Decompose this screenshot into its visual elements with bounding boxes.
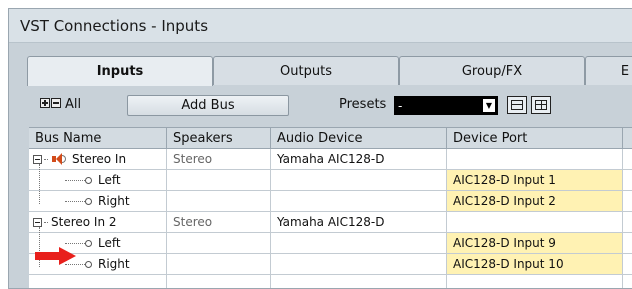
add-bus-button[interactable]: Add Bus <box>127 95 289 116</box>
extra-cell <box>623 191 632 211</box>
empty-cell <box>167 275 271 288</box>
red-arrow-icon <box>35 247 79 265</box>
audio-device-cell <box>271 233 447 253</box>
extra-cell <box>623 149 632 169</box>
audio-device-cell[interactable]: Yamaha AIC128-D <box>271 149 447 169</box>
channel-connector-icon <box>85 239 92 247</box>
table-row[interactable]: Left AIC128-D Input 9 <box>29 233 632 254</box>
table-header: Bus Name Speakers Audio Device Device Po… <box>29 128 632 149</box>
extra-cell <box>623 212 632 232</box>
load-preset-button[interactable] <box>507 96 527 114</box>
dropdown-arrow-icon[interactable]: ▼ <box>482 98 496 113</box>
device-port-cell[interactable]: AIC128-D Input 2 <box>447 191 623 211</box>
tree-connector <box>65 179 85 181</box>
device-port-cell[interactable]: AIC128-D Input 9 <box>447 233 623 253</box>
tree-connector <box>44 221 48 223</box>
toolbar: All Add Bus Presets - ▼ <box>9 93 632 117</box>
device-port-cell[interactable] <box>447 149 623 169</box>
speakers-cell <box>167 191 271 211</box>
speakers-cell <box>167 254 271 274</box>
window-title: VST Connections - Inputs <box>9 9 632 43</box>
expand-collapse-group <box>40 98 61 108</box>
table-row[interactable]: Stereo In 2 Stereo Yamaha AIC128-D <box>29 212 632 233</box>
tab-bar: Inputs Outputs Group/FX E <box>27 56 632 86</box>
audio-device-cell[interactable]: Yamaha AIC128-D <box>271 212 447 232</box>
column-header-audio-device[interactable]: Audio Device <box>271 128 447 148</box>
collapse-bus-icon[interactable] <box>33 154 42 164</box>
empty-cell <box>447 275 623 288</box>
table-row[interactable]: Left AIC128-D Input 1 <box>29 170 632 191</box>
speakers-cell[interactable]: Stereo <box>167 149 271 169</box>
device-port-cell[interactable] <box>447 212 623 232</box>
audio-device-cell <box>271 170 447 190</box>
store-preset-button[interactable] <box>531 96 551 114</box>
bus-name-cell[interactable]: Stereo In 2 <box>29 212 167 232</box>
device-port-cell[interactable]: AIC128-D Input 10 <box>447 254 623 274</box>
vst-connections-window: VST Connections - Inputs Inputs Outputs … <box>8 8 632 289</box>
table-row[interactable]: Right AIC128-D Input 2 <box>29 191 632 212</box>
collapse-all-icon[interactable] <box>51 98 61 108</box>
column-header-device-port[interactable]: Device Port <box>447 128 623 148</box>
audio-device-cell <box>271 254 447 274</box>
channel-name: Left <box>98 236 121 250</box>
tree-line <box>39 164 40 204</box>
tab-e[interactable]: E <box>585 56 632 85</box>
table-row[interactable]: Right AIC128-D Input 10 <box>29 254 632 275</box>
empty-cell <box>623 275 632 288</box>
channel-connector-icon <box>85 197 92 205</box>
empty-cell <box>271 275 447 288</box>
expand-all-icon[interactable] <box>40 98 50 108</box>
extra-cell <box>623 254 632 274</box>
empty-cell <box>29 275 167 288</box>
speakers-cell[interactable]: Stereo <box>167 212 271 232</box>
column-header-speakers[interactable]: Speakers <box>167 128 271 148</box>
speakers-cell <box>167 233 271 253</box>
presets-label: Presets <box>339 97 387 112</box>
tree-connector <box>44 158 48 160</box>
presets-dropdown[interactable]: - ▼ <box>394 96 498 115</box>
column-header-bus-name[interactable]: Bus Name <box>29 128 167 148</box>
channel-name: Left <box>98 173 121 187</box>
device-port-cell[interactable]: AIC128-D Input 1 <box>447 170 623 190</box>
tree-connector <box>65 200 85 202</box>
channel-name: Right <box>98 194 130 208</box>
table-row-empty <box>29 275 632 288</box>
bus-name: Stereo In <box>72 152 127 166</box>
tab-inputs[interactable]: Inputs <box>27 56 213 86</box>
load-preset-icon <box>511 100 523 110</box>
bus-name-cell[interactable]: Stereo In <box>29 149 167 169</box>
channel-connector-icon <box>85 176 92 184</box>
connections-table: Bus Name Speakers Audio Device Device Po… <box>29 127 632 288</box>
all-label: All <box>65 97 82 112</box>
extra-cell <box>623 170 632 190</box>
channel-name: Right <box>98 257 130 271</box>
audio-device-cell <box>271 191 447 211</box>
tab-outputs[interactable]: Outputs <box>213 56 399 85</box>
bus-name: Stereo In 2 <box>51 215 117 229</box>
tree-connector <box>65 242 85 244</box>
collapse-bus-icon[interactable] <box>33 217 42 227</box>
column-header-extra <box>623 128 632 148</box>
bus-name-cell[interactable]: Left <box>29 170 167 190</box>
store-preset-icon <box>535 100 547 110</box>
bus-name-cell[interactable]: Right <box>29 191 167 211</box>
channel-connector-icon <box>85 260 92 268</box>
tab-group-fx[interactable]: Group/FX <box>399 56 585 85</box>
extra-cell <box>623 233 632 253</box>
presets-value: - <box>398 98 403 113</box>
speaker-icon <box>51 152 67 166</box>
speakers-cell <box>167 170 271 190</box>
table-row[interactable]: Stereo In Stereo Yamaha AIC128-D <box>29 149 632 170</box>
